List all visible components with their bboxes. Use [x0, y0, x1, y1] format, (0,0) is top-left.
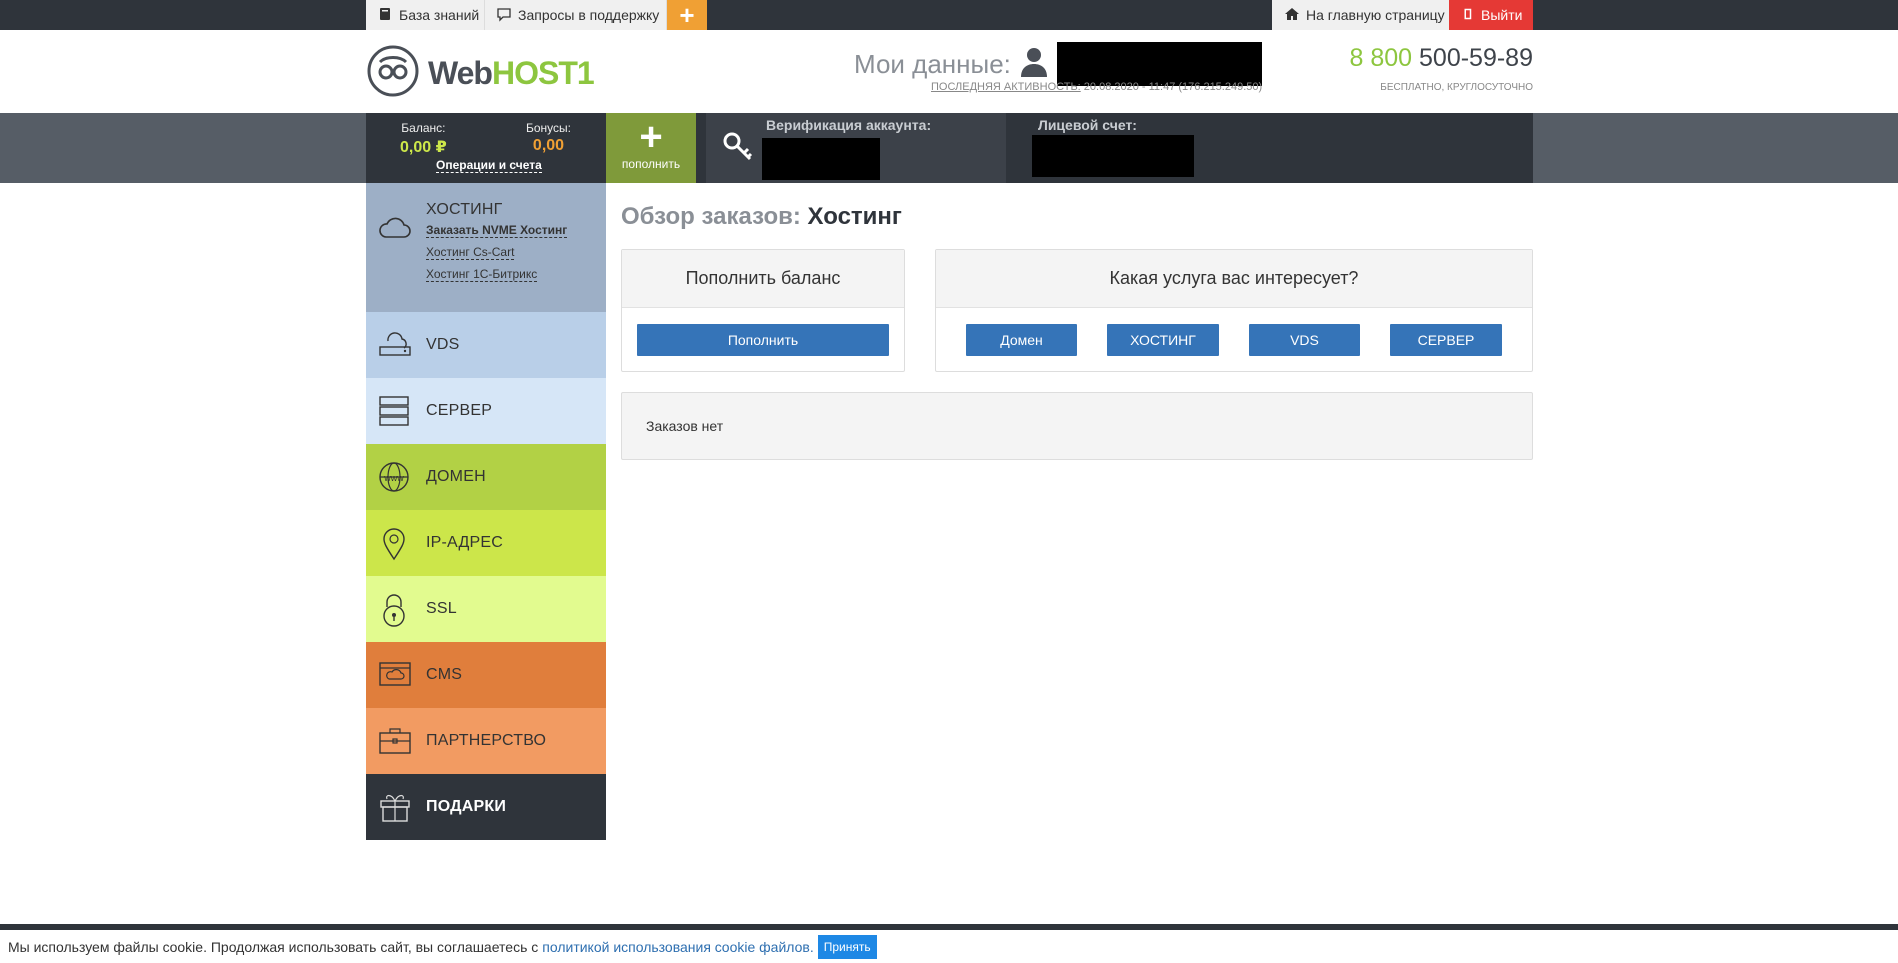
site-logo[interactable]: WebHOST1 — [366, 44, 595, 103]
svg-text:www: www — [383, 473, 404, 483]
topup-balance-card: Пополнить баланс Пополнить — [621, 249, 905, 372]
topup-balance-button[interactable]: Пополнить — [637, 324, 889, 356]
account-bar: Баланс: 0,00 ₽ Бонусы: 0,00 Операции и с… — [366, 113, 1533, 183]
phone-number: 500-59-89 — [1419, 44, 1533, 72]
bitrix-hosting-link[interactable]: Хостинг 1С-Битрикс — [426, 267, 538, 282]
services-card: Какая услуга вас интересует? Домен ХОСТИ… — [935, 249, 1533, 372]
top-bar: База знаний Запросы в поддержку + На гла… — [0, 0, 1898, 30]
sidebar-item-cms[interactable]: CMS — [366, 642, 606, 708]
home-icon — [1284, 6, 1300, 25]
topup-label: пополнить — [621, 157, 681, 171]
sidebar-item-label: SSL — [426, 600, 457, 617]
operations-link[interactable]: Операции и счета — [436, 158, 542, 173]
sidebar-item-domain[interactable]: www ДОМЕН — [366, 444, 606, 510]
knowledge-base-link[interactable]: База знаний — [366, 0, 485, 30]
my-data: Мои данные: — [854, 42, 1262, 86]
topup-card-title: Пополнить баланс — [622, 250, 904, 308]
logo-icon — [366, 44, 420, 103]
service-domain-button[interactable]: Домен — [966, 324, 1077, 356]
support-requests-label: Запросы в поддержку — [518, 7, 660, 23]
sidebar-item-label: ХОСТИНГ — [426, 201, 503, 218]
cms-window-icon — [378, 659, 411, 691]
verification-block: Верификация аккаунта: — [706, 113, 1006, 183]
cookie-policy-link[interactable]: политикой использования cookie файлов. — [542, 939, 813, 955]
chat-icon — [496, 6, 512, 25]
sidebar-item-label: ПАРТНЕРСТВО — [426, 732, 547, 749]
service-vds-button[interactable]: VDS — [1249, 324, 1360, 356]
redacted-account-number — [1032, 135, 1194, 177]
quick-add-button[interactable]: + — [667, 0, 707, 30]
logo-web-text: Web — [428, 55, 493, 91]
service-sidebar: ХОСТИНГ Заказать NVME Хостинг Хостинг Cs… — [366, 183, 606, 840]
bonus-block: Бонусы: 0,00 — [526, 121, 571, 155]
bonus-value: 0,00 — [532, 137, 565, 154]
account-number-block: Лицевой счет: — [1016, 113, 1533, 183]
sidebar-item-ip[interactable]: IP-АДРЕС — [366, 510, 606, 576]
account-number-label: Лицевой счет: — [1038, 117, 1137, 133]
service-hosting-button[interactable]: ХОСТИНГ — [1107, 324, 1219, 356]
sidebar-item-label: CMS — [426, 666, 463, 683]
phone-note: БЕСПЛАТНО, КРУГЛОСУТОЧНО — [1380, 82, 1533, 93]
my-data-label: Мои данные: — [854, 48, 1011, 79]
user-icon[interactable] — [1020, 47, 1047, 82]
sidebar-item-gifts[interactable]: ПОДАРКИ — [366, 774, 606, 840]
cloud-icon — [378, 213, 411, 245]
last-activity-value: 20.08.2020 - 11:47 (176.215.249.50) — [1083, 81, 1263, 93]
sidebar-item-vds[interactable]: VDS — [366, 312, 606, 378]
balance-label: Баланс: — [401, 121, 446, 135]
page-title: Обзор заказов: Хостинг — [621, 203, 902, 231]
home-label: На главную страницу — [1306, 7, 1445, 23]
order-nvme-hosting-link[interactable]: Заказать NVME Хостинг — [426, 223, 568, 238]
last-activity: ПОСЛЕДНЯЯ АКТИВНОСТЬ: 20.08.2020 - 11:47… — [931, 81, 1262, 93]
site-header: WebHOST1 Мои данные: ПОСЛЕДНЯЯ АКТИВНОСТ… — [366, 30, 1533, 113]
book-icon — [377, 6, 393, 25]
sidebar-item-label: СЕРВЕР — [426, 402, 493, 419]
location-pin-icon — [378, 527, 410, 561]
knowledge-base-label: База знаний — [399, 7, 480, 23]
padlock-icon — [378, 593, 410, 627]
sidebar-item-label: ДОМЕН — [426, 468, 486, 485]
page-title-section: Хостинг — [807, 203, 902, 230]
exit-door-icon — [1463, 6, 1475, 25]
redacted-user-name — [1056, 42, 1262, 86]
sidebar-item-ssl[interactable]: SSL — [366, 576, 606, 642]
bonus-label: Бонусы: — [526, 121, 571, 135]
support-requests-link[interactable]: Запросы в поддержку — [485, 0, 667, 30]
keys-icon — [722, 131, 756, 170]
verification-label: Верификация аккаунта: — [766, 117, 932, 133]
sidebar-item-label: ПОДАРКИ — [426, 798, 507, 815]
server-rack-icon — [378, 395, 410, 427]
globe-www-icon: www — [378, 461, 410, 493]
hosting-sublinks: Заказать NVME Хостинг Хостинг Cs-Cart Хо… — [426, 223, 568, 289]
home-link[interactable]: На главную страницу — [1272, 0, 1456, 30]
sidebar-item-label: VDS — [426, 336, 460, 353]
sidebar-item-server[interactable]: СЕРВЕР — [366, 378, 606, 444]
redacted-verification — [762, 138, 880, 180]
cookie-banner: Мы используем файлы cookie. Продолжая ис… — [0, 930, 1898, 963]
briefcase-icon — [378, 725, 411, 757]
sidebar-item-hosting[interactable]: ХОСТИНГ Заказать NVME Хостинг Хостинг Cs… — [366, 183, 606, 312]
page-title-prefix: Обзор заказов: — [621, 203, 801, 230]
support-phone: 8 800 500-59-89 — [1350, 44, 1534, 73]
sidebar-item-partnership[interactable]: ПАРТНЕРСТВО — [366, 708, 606, 774]
phone-prefix: 8 800 — [1349, 44, 1413, 72]
cookie-text: Мы используем файлы cookie. Продолжая ис… — [8, 938, 539, 955]
service-server-button[interactable]: СЕРВЕР — [1390, 324, 1502, 356]
logout-label: Выйти — [1481, 7, 1523, 23]
cookie-accept-button[interactable]: Принять — [817, 934, 877, 959]
vds-cloud-server-icon — [378, 329, 411, 361]
balance-block: Баланс: 0,00 ₽ — [400, 121, 447, 157]
logo-host-text: HOST1 — [491, 55, 595, 91]
services-card-title: Какая услуга вас интересует? — [936, 250, 1532, 308]
logout-button[interactable]: Выйти — [1449, 0, 1533, 30]
orders-empty-panel: Заказов нет — [621, 392, 1533, 460]
topup-plus-icon: + — [639, 115, 663, 159]
topup-button[interactable]: + пополнить — [606, 113, 696, 183]
sidebar-item-label: IP-АДРЕС — [426, 534, 503, 551]
last-activity-label: ПОСЛЕДНЯЯ АКТИВНОСТЬ: — [931, 81, 1081, 93]
cs-cart-hosting-link[interactable]: Хостинг Cs-Cart — [426, 245, 515, 260]
balance-value: 0,00 ₽ — [400, 139, 447, 156]
gift-box-icon — [378, 791, 410, 823]
